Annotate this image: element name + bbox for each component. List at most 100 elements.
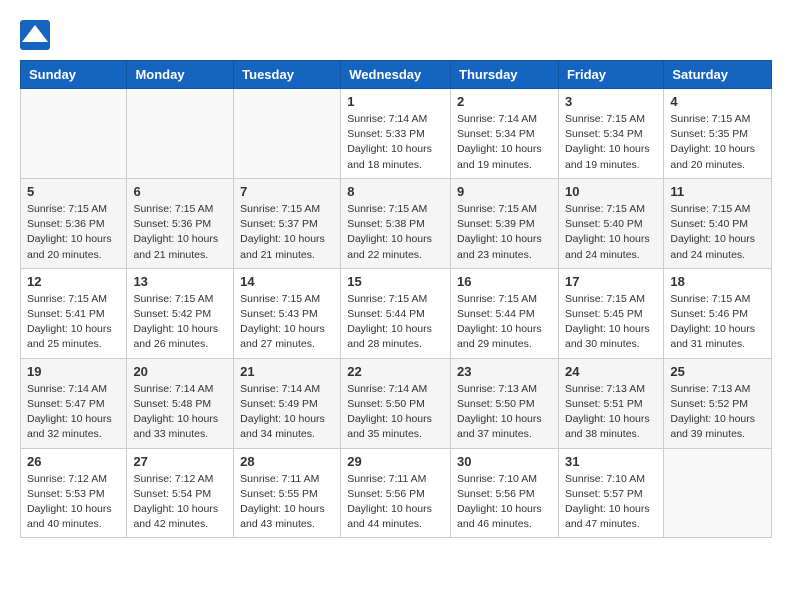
day-number: 2 xyxy=(457,94,552,109)
calendar-cell: 21 Sunrise: 7:14 AM Sunset: 5:49 PM Dayli… xyxy=(234,358,341,448)
day-number: 4 xyxy=(670,94,765,109)
calendar-cell: 15 Sunrise: 7:15 AM Sunset: 5:44 PM Dayli… xyxy=(341,268,451,358)
header-saturday: Saturday xyxy=(664,61,772,89)
day-number: 5 xyxy=(27,184,120,199)
day-number: 23 xyxy=(457,364,552,379)
day-number: 27 xyxy=(133,454,227,469)
day-number: 18 xyxy=(670,274,765,289)
day-number: 24 xyxy=(565,364,657,379)
header-thursday: Thursday xyxy=(451,61,559,89)
day-info: Sunrise: 7:11 AM Sunset: 5:56 PM Dayligh… xyxy=(347,472,444,533)
day-info: Sunrise: 7:14 AM Sunset: 5:34 PM Dayligh… xyxy=(457,112,552,173)
day-number: 3 xyxy=(565,94,657,109)
calendar-table: SundayMondayTuesdayWednesdayThursdayFrid… xyxy=(20,60,772,538)
day-info: Sunrise: 7:10 AM Sunset: 5:56 PM Dayligh… xyxy=(457,472,552,533)
calendar-cell: 31Sunrise: 7:10 AM Sunset: 5:57 PM Dayli… xyxy=(558,448,663,538)
day-number: 28 xyxy=(240,454,334,469)
day-number: 10 xyxy=(565,184,657,199)
calendar-cell: 19 Sunrise: 7:14 AM Sunset: 5:47 PM Dayli… xyxy=(21,358,127,448)
calendar-header-row: SundayMondayTuesdayWednesdayThursdayFrid… xyxy=(21,61,772,89)
logo xyxy=(20,20,54,50)
header-wednesday: Wednesday xyxy=(341,61,451,89)
day-info: Sunrise: 7:15 AM Sunset: 5:35 PM Dayligh… xyxy=(670,112,765,173)
day-number: 17 xyxy=(565,274,657,289)
day-info: Sunrise: 7:15 AM Sunset: 5:41 PM Dayligh… xyxy=(27,292,120,353)
day-number: 31 xyxy=(565,454,657,469)
day-number: 16 xyxy=(457,274,552,289)
day-info: Sunrise: 7:12 AM Sunset: 5:53 PM Dayligh… xyxy=(27,472,120,533)
calendar-cell: 25 Sunrise: 7:13 AM Sunset: 5:52 PM Dayli… xyxy=(664,358,772,448)
day-number: 15 xyxy=(347,274,444,289)
page-header xyxy=(20,20,772,50)
calendar-cell: 8 Sunrise: 7:15 AM Sunset: 5:38 PM Daylig… xyxy=(341,178,451,268)
day-info: Sunrise: 7:15 AM Sunset: 5:37 PM Dayligh… xyxy=(240,202,334,263)
calendar-cell: 12Sunrise: 7:15 AM Sunset: 5:41 PM Dayli… xyxy=(21,268,127,358)
day-number: 20 xyxy=(133,364,227,379)
day-info: Sunrise: 7:11 AM Sunset: 5:55 PM Dayligh… xyxy=(240,472,334,533)
day-info: Sunrise: 7:15 AM Sunset: 5:43 PM Dayligh… xyxy=(240,292,334,353)
calendar-cell xyxy=(664,448,772,538)
day-info: Sunrise: 7:14 AM Sunset: 5:49 PM Dayligh… xyxy=(240,382,334,443)
calendar-week-row: 1Sunrise: 7:14 AM Sunset: 5:33 PM Daylig… xyxy=(21,89,772,179)
calendar-cell: 23 Sunrise: 7:13 AM Sunset: 5:50 PM Dayli… xyxy=(451,358,559,448)
calendar-cell: 2 Sunrise: 7:14 AM Sunset: 5:34 PM Daylig… xyxy=(451,89,559,179)
header-tuesday: Tuesday xyxy=(234,61,341,89)
calendar-cell: 22Sunrise: 7:14 AM Sunset: 5:50 PM Dayli… xyxy=(341,358,451,448)
day-info: Sunrise: 7:15 AM Sunset: 5:45 PM Dayligh… xyxy=(565,292,657,353)
calendar-cell: 28 Sunrise: 7:11 AM Sunset: 5:55 PM Dayli… xyxy=(234,448,341,538)
calendar-cell xyxy=(21,89,127,179)
day-info: Sunrise: 7:15 AM Sunset: 5:40 PM Dayligh… xyxy=(565,202,657,263)
day-info: Sunrise: 7:13 AM Sunset: 5:51 PM Dayligh… xyxy=(565,382,657,443)
calendar-cell: 4 Sunrise: 7:15 AM Sunset: 5:35 PM Daylig… xyxy=(664,89,772,179)
day-info: Sunrise: 7:15 AM Sunset: 5:42 PM Dayligh… xyxy=(133,292,227,353)
day-info: Sunrise: 7:14 AM Sunset: 5:50 PM Dayligh… xyxy=(347,382,444,443)
day-number: 7 xyxy=(240,184,334,199)
calendar-cell: 17 Sunrise: 7:15 AM Sunset: 5:45 PM Dayli… xyxy=(558,268,663,358)
calendar-cell: 30 Sunrise: 7:10 AM Sunset: 5:56 PM Dayli… xyxy=(451,448,559,538)
calendar-cell: 18Sunrise: 7:15 AM Sunset: 5:46 PM Dayli… xyxy=(664,268,772,358)
day-info: Sunrise: 7:13 AM Sunset: 5:50 PM Dayligh… xyxy=(457,382,552,443)
day-info: Sunrise: 7:12 AM Sunset: 5:54 PM Dayligh… xyxy=(133,472,227,533)
calendar-cell xyxy=(234,89,341,179)
day-info: Sunrise: 7:15 AM Sunset: 5:36 PM Dayligh… xyxy=(27,202,120,263)
calendar-cell: 16 Sunrise: 7:15 AM Sunset: 5:44 PM Dayli… xyxy=(451,268,559,358)
calendar-cell: 9 Sunrise: 7:15 AM Sunset: 5:39 PM Daylig… xyxy=(451,178,559,268)
day-number: 11 xyxy=(670,184,765,199)
calendar-cell: 11 Sunrise: 7:15 AM Sunset: 5:40 PM Dayli… xyxy=(664,178,772,268)
calendar-cell: 5 Sunrise: 7:15 AM Sunset: 5:36 PM Daylig… xyxy=(21,178,127,268)
calendar-cell: 24 Sunrise: 7:13 AM Sunset: 5:51 PM Dayli… xyxy=(558,358,663,448)
day-number: 1 xyxy=(347,94,444,109)
day-number: 6 xyxy=(133,184,227,199)
calendar-week-row: 12Sunrise: 7:15 AM Sunset: 5:41 PM Dayli… xyxy=(21,268,772,358)
calendar-cell: 3 Sunrise: 7:15 AM Sunset: 5:34 PM Daylig… xyxy=(558,89,663,179)
day-info: Sunrise: 7:14 AM Sunset: 5:47 PM Dayligh… xyxy=(27,382,120,443)
day-number: 8 xyxy=(347,184,444,199)
day-info: Sunrise: 7:15 AM Sunset: 5:39 PM Dayligh… xyxy=(457,202,552,263)
calendar-week-row: 26 Sunrise: 7:12 AM Sunset: 5:53 PM Dayli… xyxy=(21,448,772,538)
day-number: 13 xyxy=(133,274,227,289)
calendar-cell: 27 Sunrise: 7:12 AM Sunset: 5:54 PM Dayli… xyxy=(127,448,234,538)
day-number: 25 xyxy=(670,364,765,379)
day-info: Sunrise: 7:15 AM Sunset: 5:34 PM Dayligh… xyxy=(565,112,657,173)
day-info: Sunrise: 7:15 AM Sunset: 5:44 PM Dayligh… xyxy=(457,292,552,353)
day-info: Sunrise: 7:15 AM Sunset: 5:44 PM Dayligh… xyxy=(347,292,444,353)
day-info: Sunrise: 7:13 AM Sunset: 5:52 PM Dayligh… xyxy=(670,382,765,443)
day-number: 21 xyxy=(240,364,334,379)
day-number: 9 xyxy=(457,184,552,199)
calendar-cell: 6Sunrise: 7:15 AM Sunset: 5:36 PM Daylig… xyxy=(127,178,234,268)
calendar-cell: 10 Sunrise: 7:15 AM Sunset: 5:40 PM Dayli… xyxy=(558,178,663,268)
header-monday: Monday xyxy=(127,61,234,89)
calendar-cell: 7 Sunrise: 7:15 AM Sunset: 5:37 PM Daylig… xyxy=(234,178,341,268)
day-number: 14 xyxy=(240,274,334,289)
day-number: 30 xyxy=(457,454,552,469)
header-friday: Friday xyxy=(558,61,663,89)
day-info: Sunrise: 7:14 AM Sunset: 5:48 PM Dayligh… xyxy=(133,382,227,443)
day-info: Sunrise: 7:15 AM Sunset: 5:38 PM Dayligh… xyxy=(347,202,444,263)
day-info: Sunrise: 7:15 AM Sunset: 5:40 PM Dayligh… xyxy=(670,202,765,263)
day-number: 19 xyxy=(27,364,120,379)
calendar-cell xyxy=(127,89,234,179)
calendar-cell: 14 Sunrise: 7:15 AM Sunset: 5:43 PM Dayli… xyxy=(234,268,341,358)
logo-icon xyxy=(20,20,50,50)
header-sunday: Sunday xyxy=(21,61,127,89)
day-number: 26 xyxy=(27,454,120,469)
